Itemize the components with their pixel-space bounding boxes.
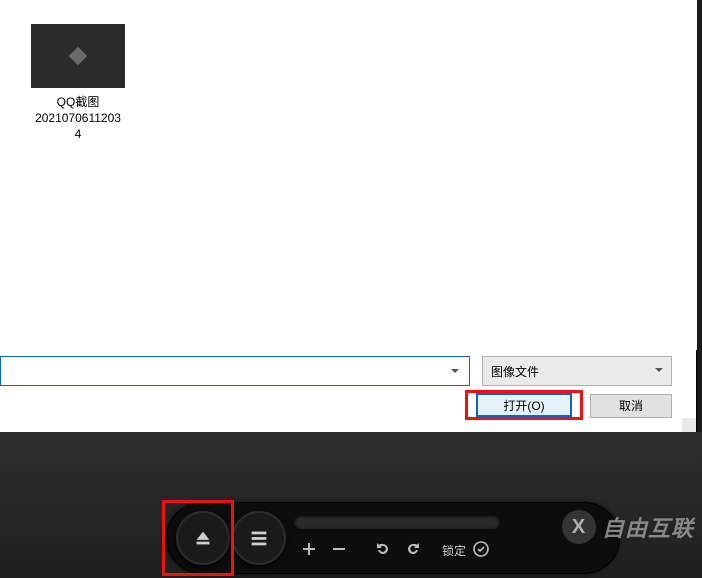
lock-toggle[interactable]: [472, 540, 490, 558]
filename-combobox[interactable]: [0, 356, 470, 386]
file-thumbnail: [31, 24, 125, 88]
file-open-dialog: QQ截图 2021070611203 4 图像文件 打开(O) 取消: [0, 0, 697, 432]
file-label: QQ截图 2021070611203 4: [28, 94, 128, 143]
filename-row: 图像文件: [0, 356, 680, 390]
undo-icon: [375, 541, 391, 557]
diamond-icon: [65, 43, 91, 69]
filename-input[interactable]: [1, 357, 441, 385]
watermark-logo-icon: X: [562, 510, 596, 544]
file-item[interactable]: QQ截图 2021070611203 4: [28, 24, 128, 143]
minus-icon: [331, 541, 347, 557]
lock-label: 锁定: [442, 542, 466, 559]
filename-dropdown-icon[interactable]: [445, 357, 465, 385]
file-list-area[interactable]: QQ截图 2021070611203 4: [0, 0, 697, 350]
progress-slider[interactable]: [294, 515, 500, 529]
watermark: X 自由互联: [562, 510, 694, 544]
zoom-out-button[interactable]: [328, 538, 350, 560]
resize-grip[interactable]: [682, 418, 696, 432]
dialog-button-row: 打开(O) 取消: [0, 392, 680, 430]
menu-icon: [248, 527, 270, 549]
chevron-down-icon: [655, 364, 663, 379]
undo-button[interactable]: [372, 538, 394, 560]
file-type-label: 图像文件: [491, 363, 539, 380]
redo-icon: [405, 541, 421, 557]
watermark-text: 自由互联: [602, 511, 694, 543]
eject-icon: [192, 527, 214, 549]
zoom-in-button[interactable]: [298, 538, 320, 560]
cancel-button-label: 取消: [619, 399, 643, 413]
cancel-button[interactable]: 取消: [590, 394, 672, 418]
open-button[interactable]: 打开(O): [476, 393, 572, 417]
redo-button[interactable]: [402, 538, 424, 560]
open-button-label: 打开(O): [503, 399, 544, 413]
plus-icon: [301, 541, 317, 557]
check-circle-icon: [473, 541, 489, 557]
file-type-select[interactable]: 图像文件: [482, 356, 672, 386]
menu-button[interactable]: [232, 511, 286, 565]
eject-button[interactable]: [176, 511, 230, 565]
